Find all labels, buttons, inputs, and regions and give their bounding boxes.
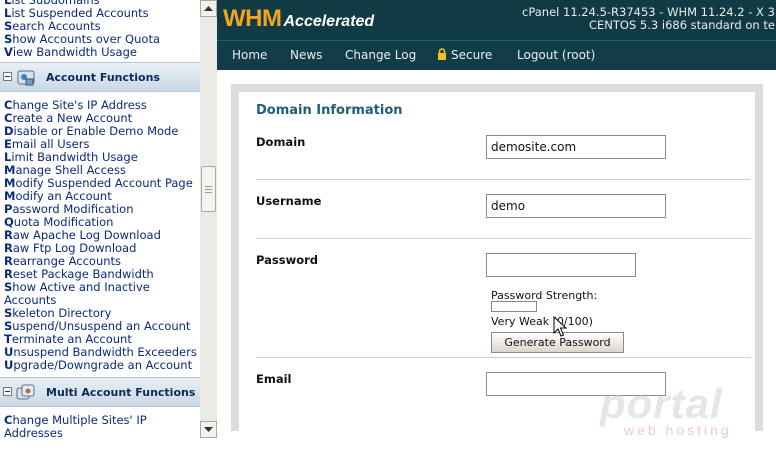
sidebar-top-links: List Subdomains List Suspended Accounts Se… — [0, 0, 160, 59]
multi-account-functions-header[interactable]: Multi Account Functions — [0, 377, 200, 407]
multi-account-icon — [16, 384, 35, 400]
watermark-subtitle: web hosting — [624, 422, 732, 438]
nav-logout[interactable]: Logout (root) — [517, 48, 595, 62]
divider — [256, 357, 751, 358]
password-strength-meter — [491, 301, 537, 312]
portal-watermark: portal web hosting — [596, 380, 776, 450]
sidebar-link[interactable]: Upgrade/Downgrade an Account — [0, 359, 197, 372]
whm-logo[interactable]: WHM Accelerated — [223, 5, 374, 33]
collapse-icon[interactable] — [3, 387, 12, 396]
account-functions-links: Change Site's IP Address Create a New Acc… — [0, 99, 197, 372]
sidebar-link[interactable]: Change Multiple Sites' IP Addresses — [0, 414, 194, 440]
arrow-up-icon — [204, 6, 213, 11]
nav-home[interactable]: Home — [232, 48, 267, 62]
nav-secure-label: Secure — [451, 48, 493, 62]
password-label: Password — [256, 253, 318, 267]
password-strength-text: Very Weak (0/100) — [491, 315, 593, 328]
top-header: WHM Accelerated cPanel 11.24.5-R37453 - W… — [217, 0, 776, 40]
divider — [256, 179, 751, 180]
username-input[interactable] — [486, 194, 666, 218]
account-functions-header[interactable]: Account Functions — [0, 62, 200, 92]
nav-secure[interactable]: Secure — [437, 48, 492, 62]
password-input[interactable] — [486, 253, 636, 277]
sidebar-link[interactable]: Show Active and Inactive Accounts — [0, 281, 194, 307]
username-label: Username — [256, 194, 322, 208]
mouse-cursor-icon — [553, 316, 567, 337]
sidebar-link[interactable]: View Bandwidth Usage — [0, 46, 160, 59]
divider — [256, 238, 751, 239]
arrow-down-icon — [204, 427, 213, 432]
section-title: Domain Information — [256, 103, 403, 118]
sidebar-scrollbar[interactable] — [200, 0, 217, 438]
watermark-brand: portal — [600, 380, 723, 427]
nav-bar: Home News Change Log Secure Logout (root… — [217, 40, 776, 71]
multi-account-functions-title: Multi Account Functions — [46, 386, 196, 399]
email-label: Email — [256, 372, 292, 386]
domain-label: Domain — [256, 135, 306, 149]
account-functions-title: Account Functions — [46, 71, 160, 84]
scroll-thumb[interactable] — [201, 166, 216, 212]
lock-icon — [438, 48, 446, 60]
scroll-up-button[interactable] — [200, 0, 217, 17]
os-info: CENTOS 5.3 i686 standard on te — [589, 18, 775, 32]
version-info: cPanel 11.24.5-R37453 - WHM 11.24.2 - X … — [522, 5, 775, 19]
multi-account-functions-links: Change Multiple Sites' IP Addresses — [0, 414, 194, 440]
sidebar: List Subdomains List Suspended Accounts Se… — [0, 0, 200, 450]
nav-change-log[interactable]: Change Log — [345, 48, 416, 62]
scroll-down-button[interactable] — [200, 421, 217, 438]
collapse-icon[interactable] — [3, 72, 12, 81]
domain-input[interactable] — [486, 135, 666, 159]
account-functions-icon — [17, 70, 35, 86]
nav-news[interactable]: News — [290, 48, 322, 62]
